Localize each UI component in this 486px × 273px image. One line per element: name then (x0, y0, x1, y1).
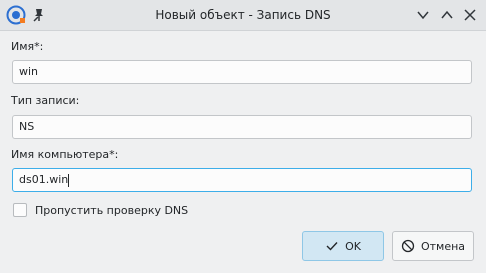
maximize-icon[interactable] (439, 7, 455, 23)
minimize-icon[interactable] (415, 7, 431, 23)
record-type-label: Тип записи: (11, 94, 80, 107)
ok-button[interactable]: OK (302, 231, 384, 261)
name-input-value: win (19, 65, 39, 78)
computer-name-value: ds01.win (19, 173, 69, 186)
name-input[interactable]: win (12, 60, 472, 84)
text-caret (68, 173, 70, 187)
computer-name-input[interactable]: ds01.win (12, 168, 472, 192)
window-title: Новый объект - Запись DNS (155, 8, 331, 22)
ok-button-label: OK (345, 239, 361, 253)
record-type-value: NS (19, 120, 35, 133)
title-bar: Новый объект - Запись DNS (0, 0, 486, 31)
checkmark-icon (326, 242, 338, 251)
cancel-icon (401, 239, 415, 253)
cancel-button[interactable]: Отмена (392, 231, 474, 261)
skip-dns-check-checkbox[interactable] (13, 203, 27, 217)
cancel-button-label: Отмена (420, 239, 466, 253)
skip-dns-check-label[interactable]: Пропустить проверку DNS (35, 204, 188, 217)
record-type-field[interactable]: NS (12, 115, 472, 139)
close-icon[interactable] (462, 7, 478, 23)
name-label: Имя*: (11, 40, 44, 53)
computer-name-label: Имя компьютера*: (11, 148, 119, 161)
